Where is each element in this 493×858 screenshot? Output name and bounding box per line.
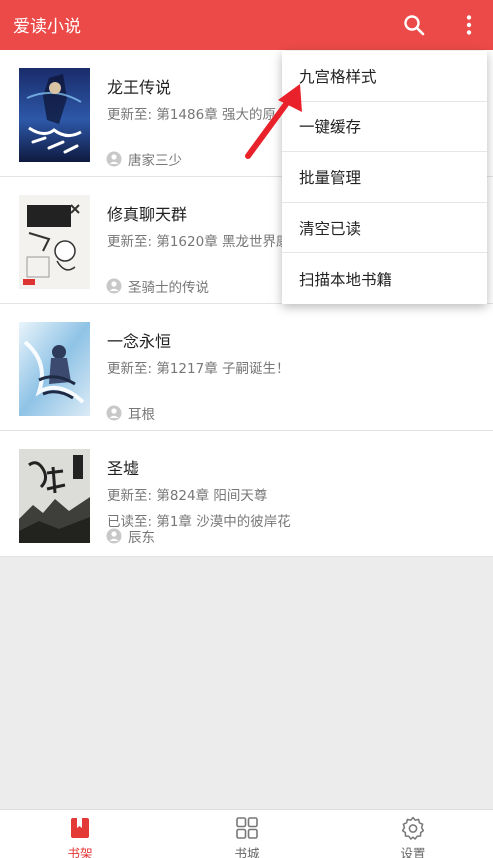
book-cover-1 <box>19 68 90 162</box>
author-row: 圣骑士的传说 <box>106 277 209 296</box>
person-icon <box>106 528 122 544</box>
book-title: 龙王传说 <box>107 78 172 97</box>
book-item-3[interactable]: 一念永恒 更新至: 第1217章 子嗣诞生！ 耳根 <box>0 304 493 431</box>
menu-item-clear-read[interactable]: 清空已读 <box>282 203 487 254</box>
book-cover-3 <box>19 322 90 416</box>
book-author: 唐家三少 <box>128 153 182 169</box>
more-options-icon[interactable] <box>460 14 478 36</box>
book-cover-2 <box>19 195 90 289</box>
person-icon <box>106 405 122 421</box>
book-latest-chapter: 更新至: 第1217章 子嗣诞生！ <box>107 361 290 377</box>
app-title: 爱读小说 <box>13 17 81 37</box>
book-author: 耳根 <box>128 407 155 423</box>
book-title: 修真聊天群 <box>107 205 188 224</box>
book-author: 圣骑士的传说 <box>128 280 209 296</box>
menu-item-batch-manage[interactable]: 批量管理 <box>282 152 487 203</box>
grid-store-icon <box>236 817 258 839</box>
menu-item-grid-style[interactable]: 九宫格样式 <box>282 51 487 102</box>
menu-item-scan-local[interactable]: 扫描本地书籍 <box>282 253 487 304</box>
bookshelf-icon <box>71 818 89 838</box>
menu-item-cache-all[interactable]: 一键缓存 <box>282 102 487 153</box>
annotation-arrow-icon <box>245 84 302 159</box>
author-row: 辰东 <box>106 527 155 546</box>
bottom-navigation: 书架 书城 设置 <box>0 809 493 858</box>
app-bar: 爱读小说 <box>0 0 493 50</box>
person-icon <box>106 278 122 294</box>
tab-label: 书架 <box>67 846 93 858</box>
book-title: 圣墟 <box>107 459 140 478</box>
author-row: 唐家三少 <box>106 150 182 169</box>
tab-label: 书城 <box>234 846 260 858</box>
book-cover-4 <box>19 449 90 543</box>
tab-settings[interactable]: 设置 <box>333 810 493 858</box>
gear-icon <box>401 816 425 840</box>
person-icon <box>106 151 122 167</box>
book-author: 辰东 <box>128 530 155 546</box>
book-latest-chapter: 更新至: 第1620章 黑龙世界康 <box>107 234 282 250</box>
book-item-4[interactable]: 圣墟 更新至: 第824章 阳间天尊 已读至: 第1章 沙漠中的彼岸花 辰东 <box>0 431 493 557</box>
tab-bookshelf[interactable]: 书架 <box>0 810 160 858</box>
tab-label: 设置 <box>400 846 426 858</box>
book-latest-chapter: 更新至: 第824章 阳间天尊 <box>107 488 268 504</box>
tab-bookstore[interactable]: 书城 <box>167 810 327 858</box>
book-title: 一念永恒 <box>107 332 172 351</box>
search-icon[interactable] <box>403 14 425 36</box>
author-row: 耳根 <box>106 404 155 423</box>
overflow-menu: 九宫格样式 一键缓存 批量管理 清空已读 扫描本地书籍 <box>282 51 487 304</box>
